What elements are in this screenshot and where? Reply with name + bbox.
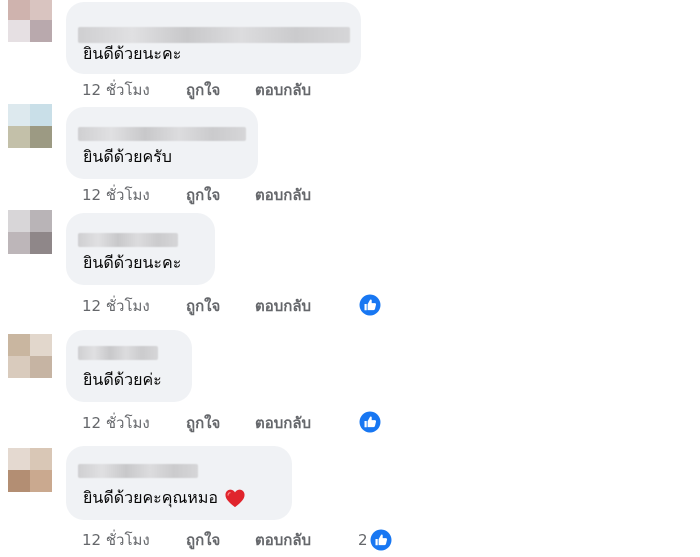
- reaction-summary[interactable]: [358, 410, 382, 434]
- timestamp[interactable]: 12 ชั่วโมง: [82, 295, 150, 317]
- comment-text-content: ยินดีด้วยนะคะ: [83, 253, 182, 272]
- like-button[interactable]: ถูกใจ: [186, 295, 220, 317]
- avatar[interactable]: [8, 334, 52, 378]
- comment-text-content: ยินดีด้วยคะคุณหมอ: [83, 488, 218, 507]
- red-heart-icon: [225, 489, 245, 508]
- author-name-blurred[interactable]: [78, 464, 198, 478]
- like-button[interactable]: ถูกใจ: [186, 79, 220, 101]
- reaction-summary[interactable]: 2: [358, 528, 393, 552]
- comment-text: ยินดีด้วยนะคะ: [83, 253, 181, 273]
- comment-bubble: ยินดีด้วยนะคะ: [66, 2, 361, 74]
- timestamp[interactable]: 12 ชั่วโมง: [82, 529, 150, 551]
- reply-button[interactable]: ตอบกลับ: [255, 412, 311, 434]
- avatar[interactable]: [8, 0, 52, 42]
- thumbs-up-icon: [369, 528, 393, 552]
- reaction-count: 2: [358, 531, 368, 549]
- author-name-blurred[interactable]: [78, 233, 178, 247]
- author-name-blurred[interactable]: [78, 127, 246, 141]
- reply-button[interactable]: ตอบกลับ: [255, 79, 311, 101]
- comment-bubble: ยินดีด้วยคะคุณหมอ: [66, 446, 292, 520]
- comment-text-content: ยินดีด้วยค่ะ: [83, 370, 162, 389]
- comment-text: ยินดีด้วยค่ะ: [83, 370, 162, 390]
- timestamp[interactable]: 12 ชั่วโมง: [82, 184, 150, 206]
- author-name-blurred[interactable]: [78, 27, 350, 43]
- timestamp[interactable]: 12 ชั่วโมง: [82, 79, 150, 101]
- reaction-summary[interactable]: [358, 293, 382, 317]
- comment-bubble: ยินดีด้วยนะคะ: [66, 213, 215, 285]
- avatar[interactable]: [8, 210, 52, 254]
- like-button[interactable]: ถูกใจ: [186, 184, 220, 206]
- comment-text: ยินดีด้วยคะคุณหมอ: [83, 488, 246, 508]
- reply-button[interactable]: ตอบกลับ: [255, 529, 311, 551]
- timestamp[interactable]: 12 ชั่วโมง: [82, 412, 150, 434]
- thumbs-up-icon: [358, 293, 382, 317]
- like-button[interactable]: ถูกใจ: [186, 529, 220, 551]
- reply-button[interactable]: ตอบกลับ: [255, 295, 311, 317]
- comment-text-content: ยินดีด้วยนะคะ: [83, 44, 182, 63]
- comment-bubble: ยินดีด้วยครับ: [66, 107, 258, 179]
- thumbs-up-icon: [358, 410, 382, 434]
- author-name-blurred[interactable]: [78, 346, 158, 360]
- reply-button[interactable]: ตอบกลับ: [255, 184, 311, 206]
- comment-bubble: ยินดีด้วยค่ะ: [66, 330, 192, 402]
- avatar[interactable]: [8, 104, 52, 148]
- like-button[interactable]: ถูกใจ: [186, 412, 220, 434]
- comment-text-content: ยินดีด้วยครับ: [83, 147, 172, 166]
- comment-text: ยินดีด้วยครับ: [83, 147, 172, 167]
- avatar[interactable]: [8, 448, 52, 492]
- comment-text: ยินดีด้วยนะคะ: [83, 44, 181, 64]
